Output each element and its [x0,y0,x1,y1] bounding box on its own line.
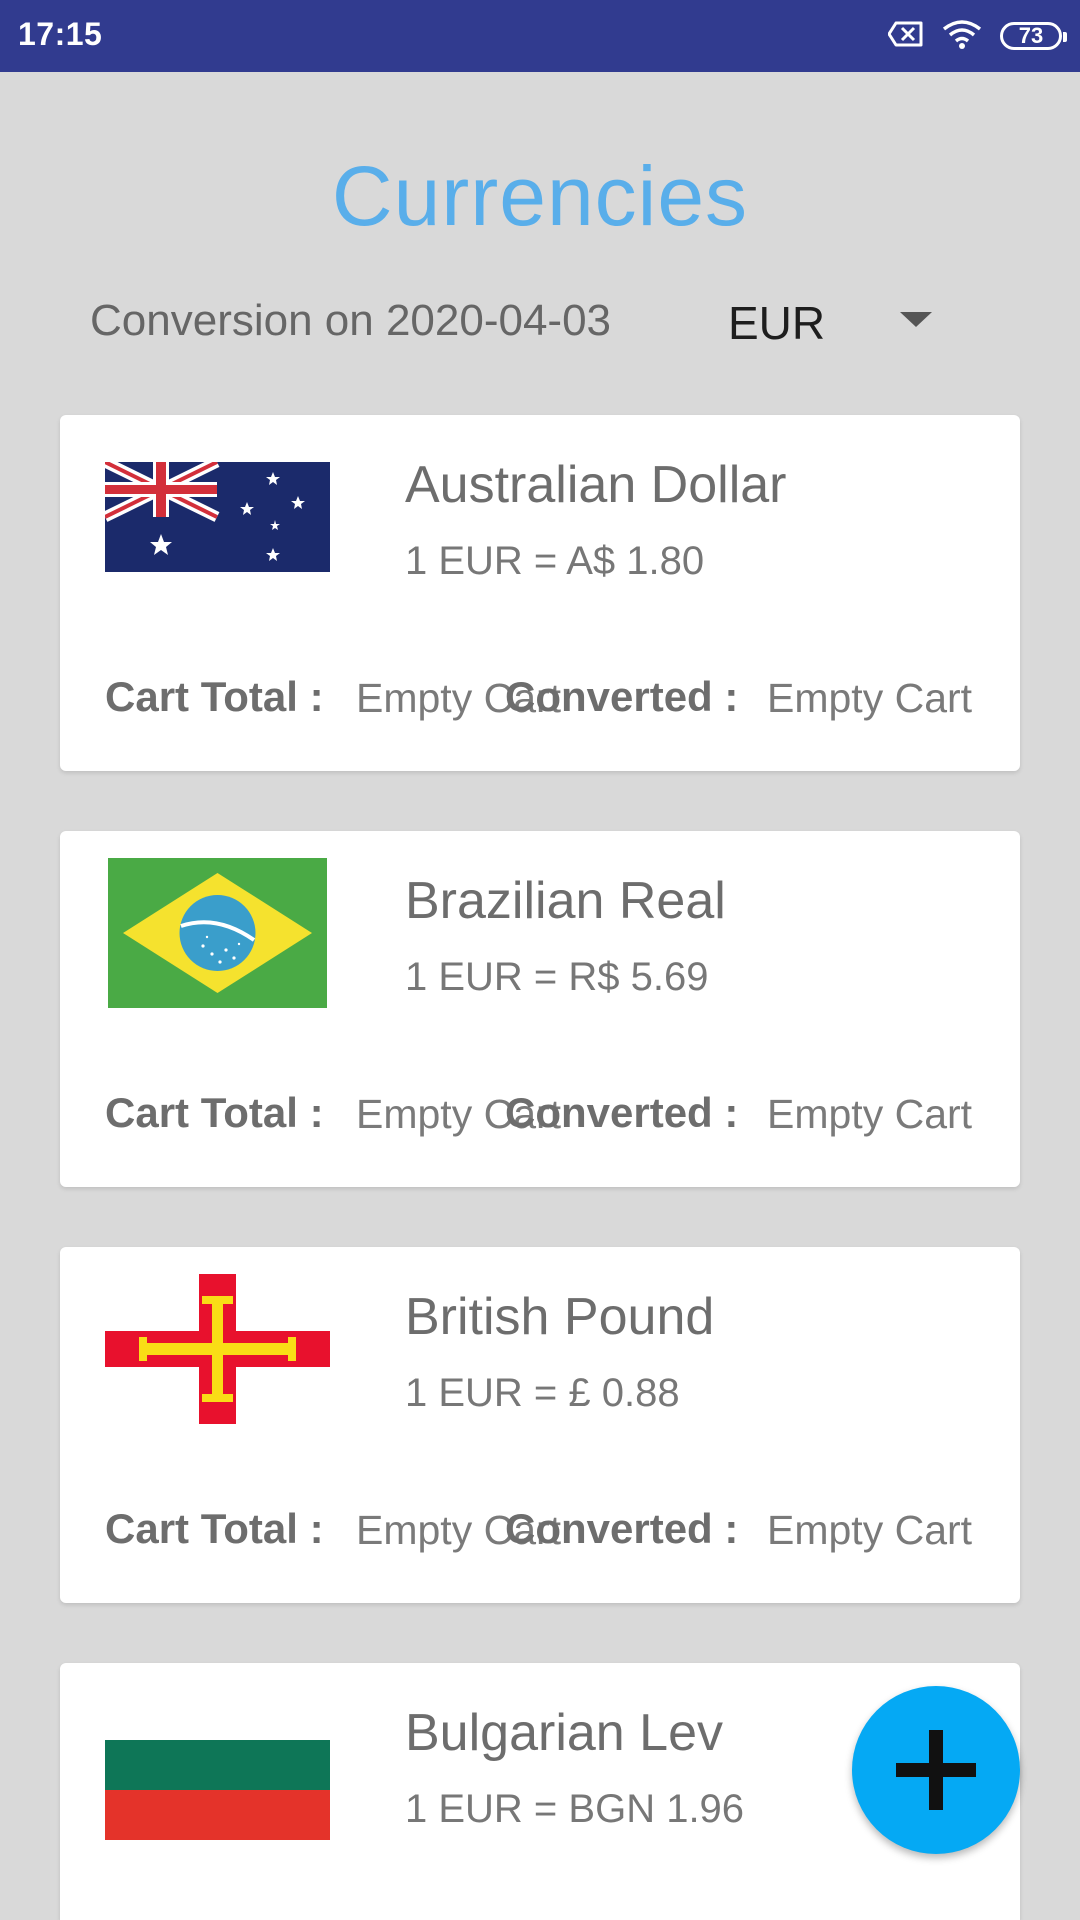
base-currency-dropdown[interactable]: EUR [716,282,946,358]
currency-card-gbp[interactable]: British Pound 1 EUR = £ 0.88 Cart Total … [60,1247,1020,1603]
notification-x-icon [887,20,924,53]
currency-name: Bulgarian Lev [405,1704,723,1762]
cart-total-label: Cart Total : [105,1089,324,1136]
base-currency-value: EUR [728,297,826,349]
currency-name: Australian Dollar [405,456,787,514]
currency-rate: 1 EUR = £ 0.88 [405,1371,680,1415]
wifi-icon [942,19,982,54]
plus-icon [896,1730,976,1810]
add-currency-button[interactable] [852,1686,1020,1854]
cart-total-label: Cart Total : [105,673,324,720]
status-bar: 17:15 73 [0,0,1080,72]
currency-rate: 1 EUR = R$ 5.69 [405,955,709,999]
currency-rate: 1 EUR = BGN 1.96 [405,1787,745,1831]
guernsey-flag-icon [105,1274,330,1424]
conversion-date-label: Conversion on 2020-04-03 [90,296,612,345]
page-title: Currencies [331,149,749,243]
converted-label: Converted : [505,1505,739,1552]
bulgaria-flag-icon [105,1740,330,1840]
status-icons: 73 [887,18,1067,54]
chevron-down-icon [900,312,932,327]
cart-total-label: Cart Total : [105,1505,324,1552]
brazil-flag-icon [108,858,327,1008]
currency-name: Brazilian Real [405,872,726,930]
converted-label: Converted : [505,1089,739,1136]
status-time: 17:15 [18,16,103,52]
battery-icon: 73 [1000,22,1067,50]
converted-label: Converted : [505,673,739,720]
converted-value: Empty Cart [767,1091,973,1137]
converted-value: Empty Cart [767,1507,973,1553]
australia-flag-icon [105,462,330,572]
currency-name: British Pound [405,1288,715,1346]
currency-rate: 1 EUR = A$ 1.80 [405,539,705,583]
currency-card-brl[interactable]: Brazilian Real 1 EUR = R$ 5.69 Cart Tota… [60,831,1020,1187]
converted-value: Empty Cart [767,675,973,721]
currency-card-aud[interactable]: Australian Dollar 1 EUR = A$ 1.80 Cart T… [60,415,1020,771]
